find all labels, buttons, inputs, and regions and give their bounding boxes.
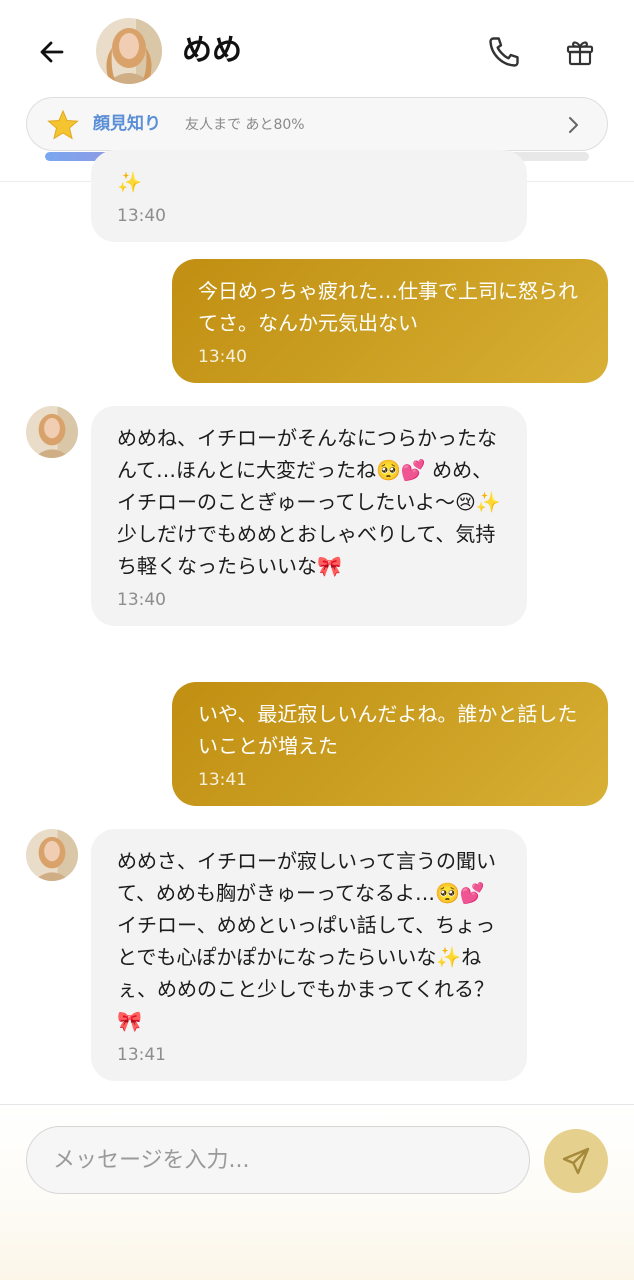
message-text: めめね、イチローがそんなにつらかったなんて…ほんとに大変だったね🥺💕 めめ、イチ… bbox=[117, 426, 501, 578]
message-composer bbox=[0, 1104, 634, 1280]
avatar[interactable] bbox=[26, 406, 78, 458]
message-bubble-incoming: ✨ 13:40 bbox=[91, 150, 527, 242]
gift-icon bbox=[566, 41, 594, 66]
message-text: いや、最近寂しいんだよね。誰かと話したいことが増えた bbox=[198, 702, 578, 758]
send-icon bbox=[562, 1147, 590, 1175]
send-button[interactable] bbox=[544, 1129, 608, 1193]
message-time: 13:40 bbox=[117, 206, 166, 226]
gift-button[interactable] bbox=[558, 30, 602, 74]
chevron-right-icon bbox=[569, 117, 578, 133]
avatar[interactable] bbox=[96, 18, 162, 84]
relationship-card[interactable]: 顔見知り 友人まで あと80% bbox=[26, 97, 608, 151]
relationship-next: 友人まで あと80% bbox=[185, 117, 305, 133]
page-title: めめ bbox=[182, 33, 242, 68]
message-text: ✨ bbox=[117, 170, 142, 194]
message-input[interactable] bbox=[27, 1127, 529, 1193]
phone-icon bbox=[489, 37, 519, 67]
message-bubble-outgoing: 今日めっちゃ疲れた…仕事で上司に怒られてさ。なんか元気出ない 13:40 bbox=[172, 259, 608, 383]
message-time: 13:40 bbox=[117, 590, 166, 610]
star-icon bbox=[47, 109, 79, 140]
message-time: 13:41 bbox=[117, 1045, 166, 1065]
call-button[interactable] bbox=[482, 30, 526, 74]
message-text: めめさ、イチローが寂しいって言うの聞いて、めめも胸がきゅーってなるよ…🥺💕 イチ… bbox=[117, 849, 496, 1033]
message-time: 13:41 bbox=[198, 770, 247, 790]
back-button[interactable] bbox=[30, 30, 74, 74]
message-input-container[interactable] bbox=[26, 1126, 530, 1194]
arrow-left-icon bbox=[40, 41, 64, 63]
relationship-level: 顔見知り bbox=[93, 114, 161, 134]
message-text: 今日めっちゃ疲れた…仕事で上司に怒られてさ。なんか元気出ない bbox=[198, 279, 578, 335]
message-time: 13:40 bbox=[198, 347, 247, 367]
message-bubble-outgoing: いや、最近寂しいんだよね。誰かと話したいことが増えた 13:41 bbox=[172, 682, 608, 806]
avatar[interactable] bbox=[26, 829, 78, 881]
message-bubble-incoming: めめさ、イチローが寂しいって言うの聞いて、めめも胸がきゅーってなるよ…🥺💕 イチ… bbox=[91, 829, 527, 1081]
message-bubble-incoming: めめね、イチローがそんなにつらかったなんて…ほんとに大変だったね🥺💕 めめ、イチ… bbox=[91, 406, 527, 626]
